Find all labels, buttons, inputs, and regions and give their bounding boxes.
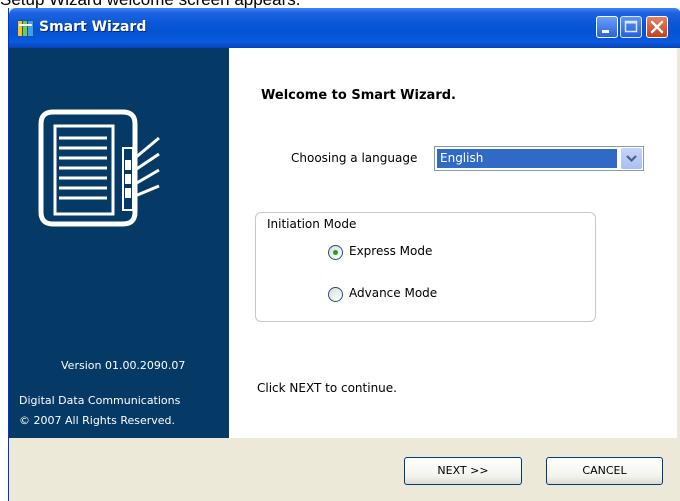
language-selected-value: English	[437, 149, 617, 168]
language-label: Choosing a language	[291, 151, 418, 165]
minimize-button[interactable]	[596, 16, 618, 38]
initiation-mode-title: Initiation Mode	[267, 217, 357, 231]
cancel-button[interactable]: CANCEL	[546, 457, 663, 485]
smart-wizard-window: Smart Wizard Version 01.00.2090.07 Digit…	[8, 8, 680, 501]
radio-selected-dot	[333, 250, 338, 255]
advance-mode-radio[interactable]	[328, 287, 343, 302]
advance-mode-label[interactable]: Advance Mode	[349, 286, 437, 300]
next-button[interactable]: NEXT >>	[404, 457, 522, 485]
maximize-icon	[624, 20, 638, 33]
language-dropdown-button[interactable]	[621, 148, 642, 169]
window-title: Smart Wizard	[39, 19, 147, 35]
wizard-app-icon	[17, 20, 34, 37]
nas-server-icon	[38, 109, 160, 227]
company-label: Digital Data Communications	[19, 394, 181, 407]
maximize-button[interactable]	[620, 16, 642, 38]
close-button[interactable]	[646, 16, 668, 38]
chevron-down-icon	[626, 155, 637, 163]
page-caption: Setup Wizard welcome screen appears.	[0, 0, 680, 8]
version-label: Version 01.00.2090.07	[61, 359, 186, 372]
express-mode-radio[interactable]	[328, 245, 343, 260]
copyright-label: © 2007 All Rights Reserved.	[19, 414, 176, 427]
welcome-heading: Welcome to Smart Wizard.	[261, 88, 456, 103]
language-select[interactable]: English	[434, 146, 644, 171]
button-bar: NEXT >> CANCEL	[9, 438, 680, 501]
close-icon	[650, 20, 664, 34]
sidebar-panel: Version 01.00.2090.07 Digital Data Commu…	[9, 48, 229, 438]
page-caption-text: Setup Wizard welcome screen appears.	[0, 0, 300, 8]
continue-instruction: Click NEXT to continue.	[257, 381, 397, 395]
minimize-icon	[602, 30, 609, 33]
express-mode-label[interactable]: Express Mode	[349, 244, 432, 258]
title-bar[interactable]: Smart Wizard	[9, 8, 680, 48]
